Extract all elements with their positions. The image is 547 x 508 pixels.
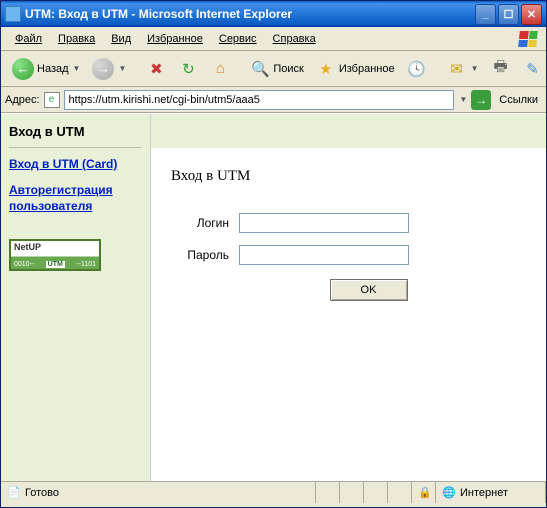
netup-bits-left: 0010-- xyxy=(14,261,34,268)
security-pane: 🔒 xyxy=(412,482,436,503)
favorites-button[interactable]: ★Избранное xyxy=(311,55,400,83)
close-button[interactable]: ✕ xyxy=(521,4,542,25)
menu-edit[interactable]: Правка xyxy=(50,31,103,47)
password-label: Пароль xyxy=(171,248,239,262)
login-row: Логин xyxy=(171,213,526,233)
maximize-button[interactable]: ☐ xyxy=(498,4,519,25)
menu-view[interactable]: Вид xyxy=(103,31,139,47)
menu-favorites[interactable]: Избранное xyxy=(139,31,211,47)
address-bar: Адрес: e ▼ → Ссылки xyxy=(1,87,546,113)
mail-icon: ✉ xyxy=(447,59,467,79)
links-button[interactable]: Ссылки xyxy=(495,94,542,106)
forward-button[interactable]: → ▼ xyxy=(87,55,131,83)
print-icon: 🖶 xyxy=(491,59,511,79)
mail-button[interactable]: ✉▼ xyxy=(442,55,484,83)
stop-button[interactable]: ✖ xyxy=(141,55,171,83)
chevron-down-icon[interactable]: ▼ xyxy=(459,95,467,104)
search-button[interactable]: 🔍Поиск xyxy=(245,55,308,83)
navigation-toolbar: ← Назад ▼ → ▼ ✖ ↻ ⌂ 🔍Поиск ★Избранное 🕓 … xyxy=(1,51,546,87)
page-done-icon: 📄 xyxy=(7,486,21,500)
status-bar: 📄 Готово 🔒 🌐 Интернет xyxy=(1,481,546,503)
chevron-down-icon: ▼ xyxy=(471,64,479,73)
status-pane-4 xyxy=(388,482,412,503)
status-text-pane: 📄 Готово xyxy=(1,482,316,503)
menu-file[interactable]: Файл xyxy=(7,31,50,47)
favorites-label: Избранное xyxy=(339,63,395,75)
password-row: Пароль xyxy=(171,245,526,265)
history-button[interactable]: 🕓 xyxy=(402,55,432,83)
home-icon: ⌂ xyxy=(210,59,230,79)
address-input[interactable] xyxy=(64,90,455,110)
stop-icon: ✖ xyxy=(146,59,166,79)
address-label: Адрес: xyxy=(5,94,40,106)
windows-logo-icon xyxy=(516,29,540,49)
netup-brand: NetUP xyxy=(14,242,96,252)
status-pane-3 xyxy=(364,482,388,503)
star-icon: ★ xyxy=(316,59,336,79)
content-area: Вход в UTM Вход в UTM (Card) Авторегистр… xyxy=(1,113,546,481)
header-band xyxy=(151,114,546,148)
page-heading: Вход в UTM xyxy=(171,168,526,185)
zone-text: Интернет xyxy=(460,487,508,499)
search-label: Поиск xyxy=(273,63,303,75)
netup-badge: NetUP 0010-- UTM --1101 xyxy=(9,239,101,271)
window-titlebar: UTM: Вход в UTM - Microsoft Internet Exp… xyxy=(1,1,546,27)
menu-bar: Файл Правка Вид Избранное Сервис Справка xyxy=(1,27,546,51)
zone-pane: 🌐 Интернет xyxy=(436,482,546,503)
status-pane-1 xyxy=(316,482,340,503)
page-icon: e xyxy=(44,92,60,108)
password-input[interactable] xyxy=(239,245,409,265)
chevron-down-icon: ▼ xyxy=(73,64,81,73)
search-icon: 🔍 xyxy=(250,59,270,79)
back-button[interactable]: ← Назад ▼ xyxy=(7,55,85,83)
netup-bits-right: --1101 xyxy=(76,261,96,268)
edit-icon: ✎ xyxy=(523,59,543,79)
history-icon: 🕓 xyxy=(407,59,427,79)
edit-button[interactable]: ✎ xyxy=(518,55,547,83)
menu-help[interactable]: Справка xyxy=(265,31,324,47)
back-arrow-icon: ← xyxy=(12,58,34,80)
submit-button[interactable]: OK xyxy=(330,279,408,301)
ie-app-icon xyxy=(5,6,21,22)
chevron-down-icon: ▼ xyxy=(118,64,126,73)
sidebar-link-autoreg[interactable]: Авторегистрация пользователя xyxy=(9,182,142,214)
lock-icon: 🔒 xyxy=(418,486,432,500)
sidebar-header: Вход в UTM xyxy=(9,124,142,148)
status-pane-2 xyxy=(340,482,364,503)
sidebar: Вход в UTM Вход в UTM (Card) Авторегистр… xyxy=(1,114,151,481)
back-label: Назад xyxy=(37,63,69,75)
status-text: Готово xyxy=(25,487,59,499)
refresh-icon: ↻ xyxy=(178,59,198,79)
forward-arrow-icon: → xyxy=(92,58,114,80)
window-title: UTM: Вход в UTM - Microsoft Internet Exp… xyxy=(25,7,473,21)
login-input[interactable] xyxy=(239,213,409,233)
refresh-button[interactable]: ↻ xyxy=(173,55,203,83)
home-button[interactable]: ⌂ xyxy=(205,55,235,83)
menu-tools[interactable]: Сервис xyxy=(211,31,265,47)
minimize-button[interactable]: _ xyxy=(475,4,496,25)
login-label: Логин xyxy=(171,216,239,230)
main-panel: Вход в UTM Логин Пароль OK xyxy=(151,114,546,481)
go-button[interactable]: → xyxy=(471,90,491,110)
internet-zone-icon: 🌐 xyxy=(442,486,456,500)
print-button[interactable]: 🖶 xyxy=(486,55,516,83)
netup-utm: UTM xyxy=(46,261,65,268)
sidebar-link-login-card[interactable]: Вход в UTM (Card) xyxy=(9,156,142,172)
